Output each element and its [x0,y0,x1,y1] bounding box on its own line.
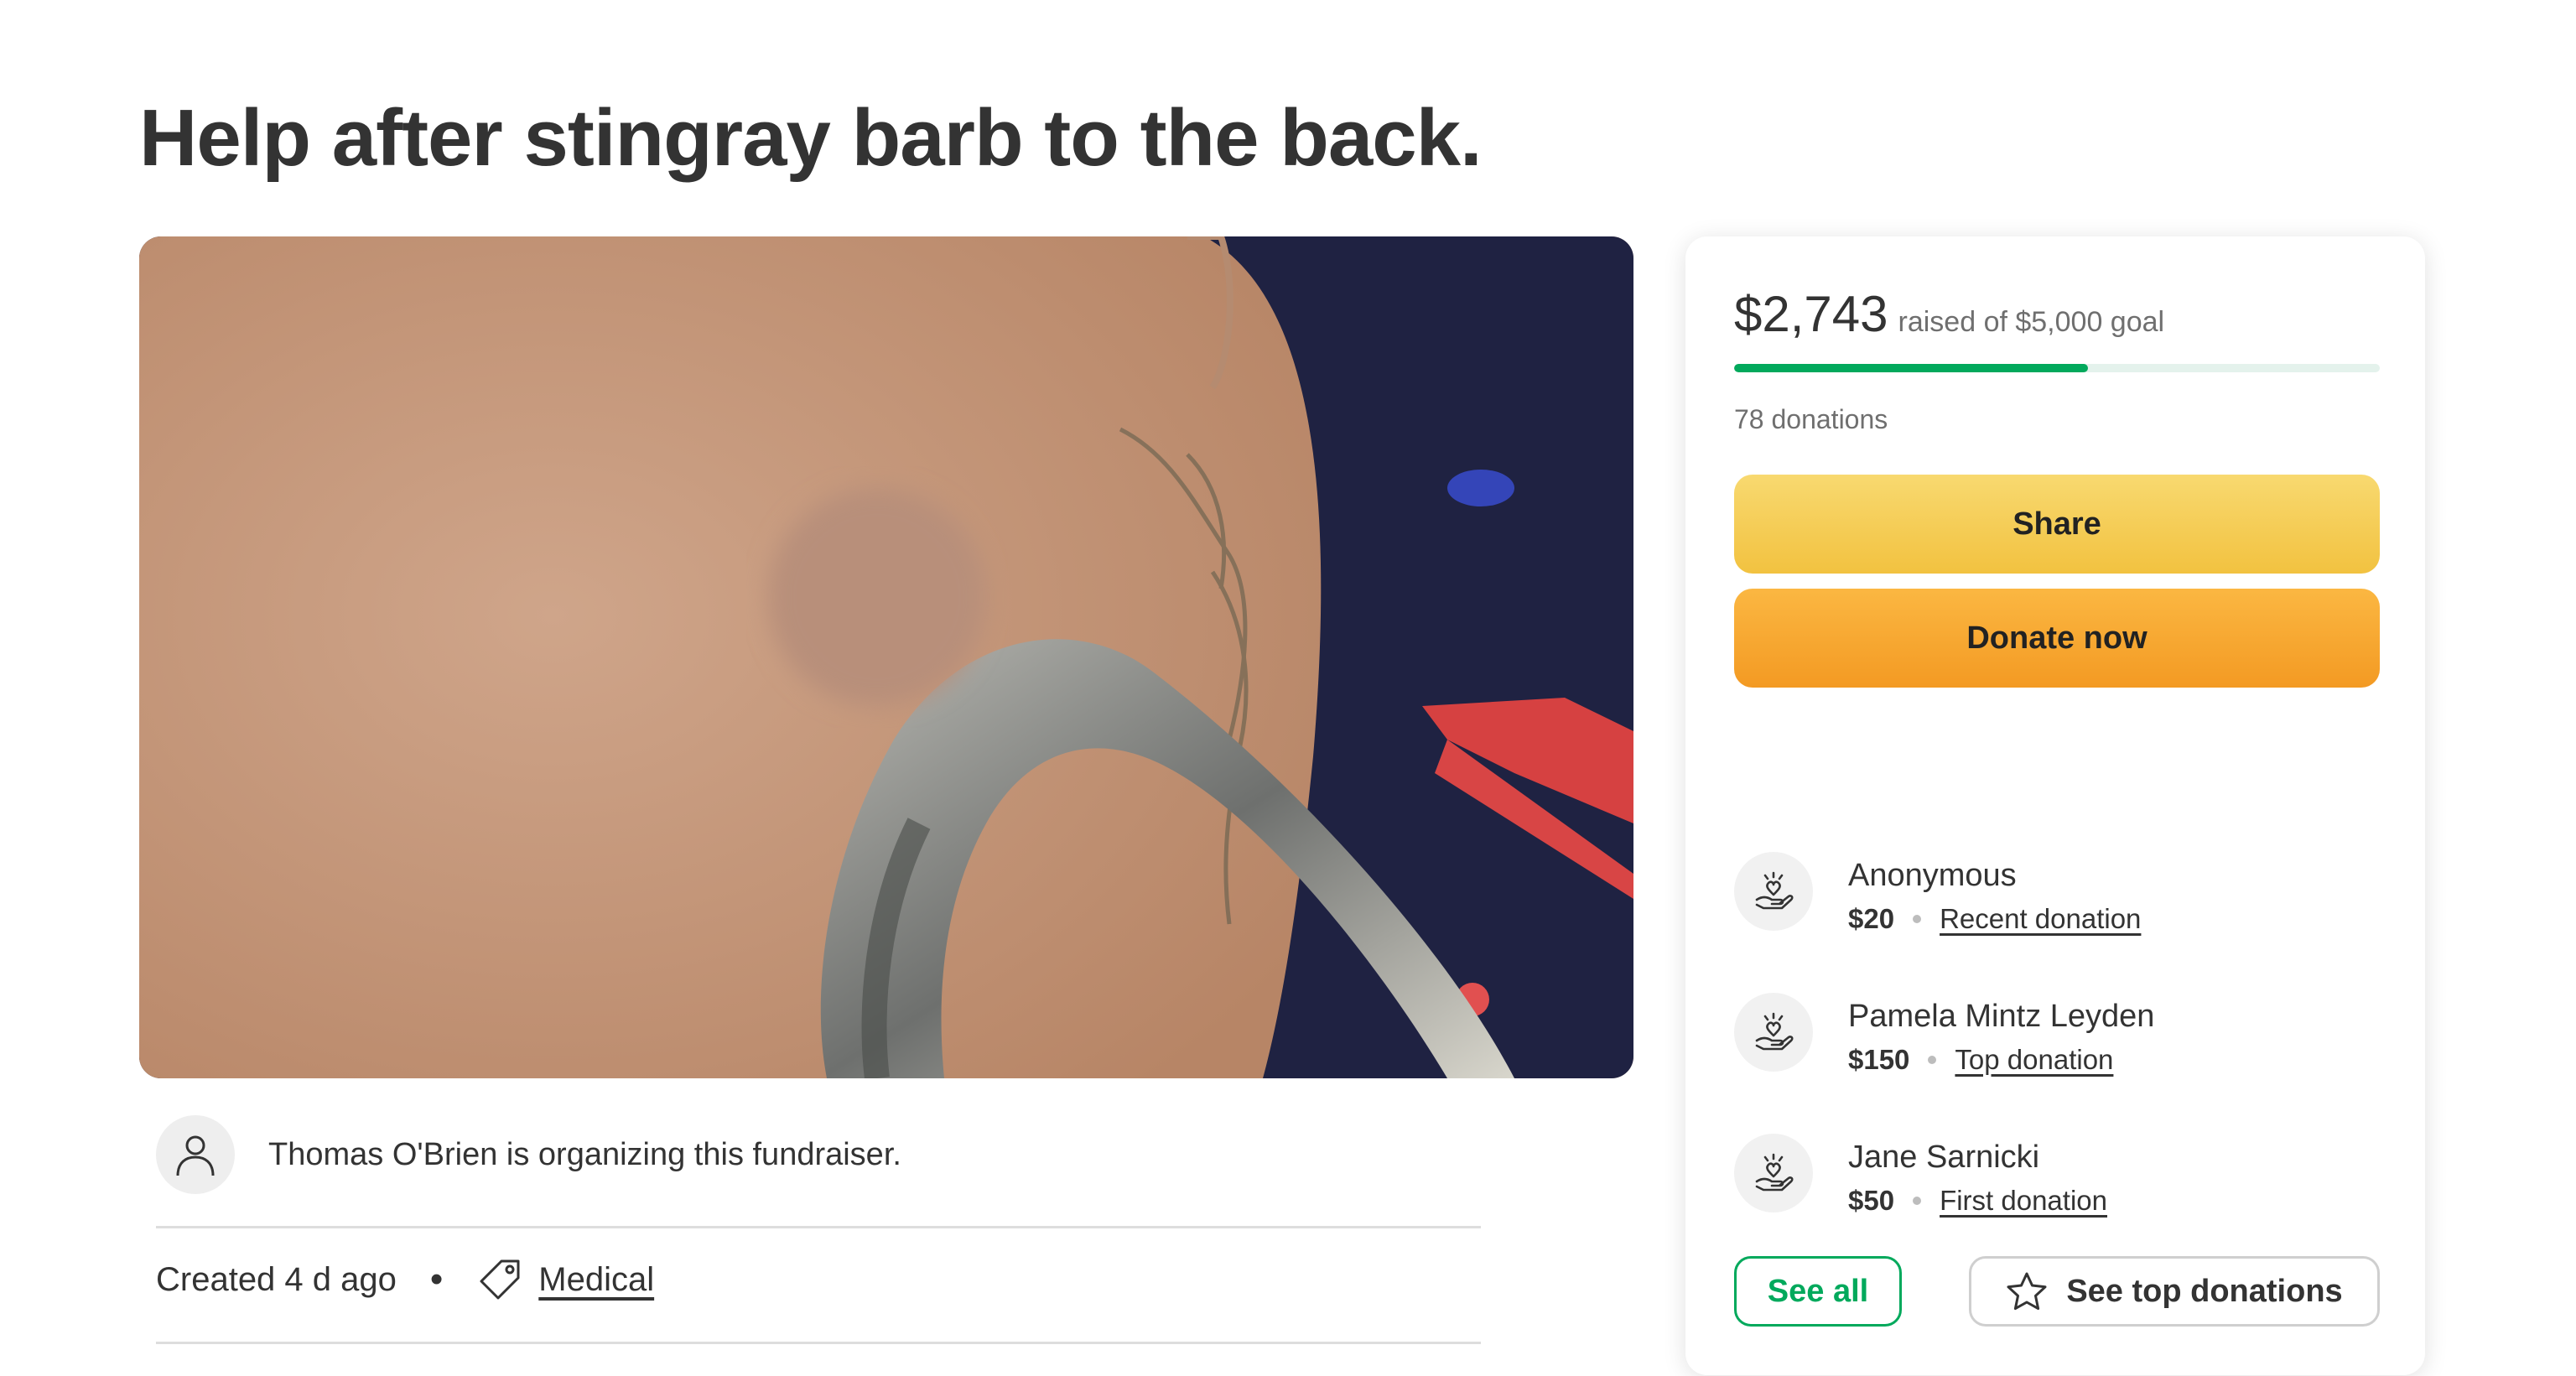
see-all-button[interactable]: See all [1734,1256,1902,1327]
hero-photo [139,236,1633,1078]
donor-name: Anonymous [1848,858,2017,893]
donor-item: Pamela Mintz Leyden $150 Top donation [1734,993,2154,1078]
separator-dot [1913,1197,1922,1205]
first-donation-link[interactable]: First donation [1940,1182,2107,1219]
organizer-text: Thomas O'Brien is organizing this fundra… [268,1136,901,1172]
top-donation-link[interactable]: Top donation [1955,1041,2113,1078]
raised-amount: $2,743 [1734,286,1888,342]
meta-separator: • [429,1259,444,1300]
star-icon [2006,1271,2048,1311]
donor-amount: $150 [1848,1044,1910,1075]
donate-now-button[interactable]: Donate now [1734,589,2380,688]
page-title: Help after stingray barb to the back. [139,93,1483,183]
organizer-row: Thomas O'Brien is organizing this fundra… [156,1115,901,1194]
progress-fill [1734,364,2089,372]
donor-amount: $50 [1848,1185,1895,1216]
divider [156,1342,1481,1344]
progress-bar [1734,364,2380,372]
created-date: Created 4 d ago [156,1260,397,1298]
donor-item: Jane Sarnicki $50 First donation [1734,1134,2107,1219]
heart-hand-icon [1734,852,1813,931]
tag-icon [478,1258,522,1301]
fundraiser-meta: Created 4 d ago • Medical [156,1258,654,1301]
heart-hand-icon [1734,993,1813,1072]
share-button[interactable]: Share [1734,475,2380,574]
donor-item: Anonymous $20 Recent donation [1734,852,2141,937]
donor-name: Jane Sarnicki [1848,1140,2040,1175]
donor-amount: $20 [1848,903,1895,934]
divider [156,1226,1481,1228]
see-top-donations-button[interactable]: See top donations [1969,1256,2380,1327]
heart-hand-icon [1734,1134,1813,1212]
donations-count: 78 donations [1734,404,1888,434]
hero-image[interactable] [139,236,1633,1078]
separator-dot [1913,915,1922,923]
raised-goal-label: raised of $5,000 goal [1898,306,2165,338]
separator-dot [1928,1056,1937,1064]
donor-name: Pamela Mintz Leyden [1848,999,2155,1034]
see-top-donations-label: See top donations [2066,1273,2343,1309]
raised-summary: $2,743 raised of $5,000 goal [1734,285,2164,343]
donation-card: $2,743 raised of $5,000 goal 78 donation… [1685,236,2425,1375]
person-icon [156,1115,235,1194]
recent-donation-link[interactable]: Recent donation [1940,901,2141,937]
category-link[interactable]: Medical [538,1261,654,1299]
